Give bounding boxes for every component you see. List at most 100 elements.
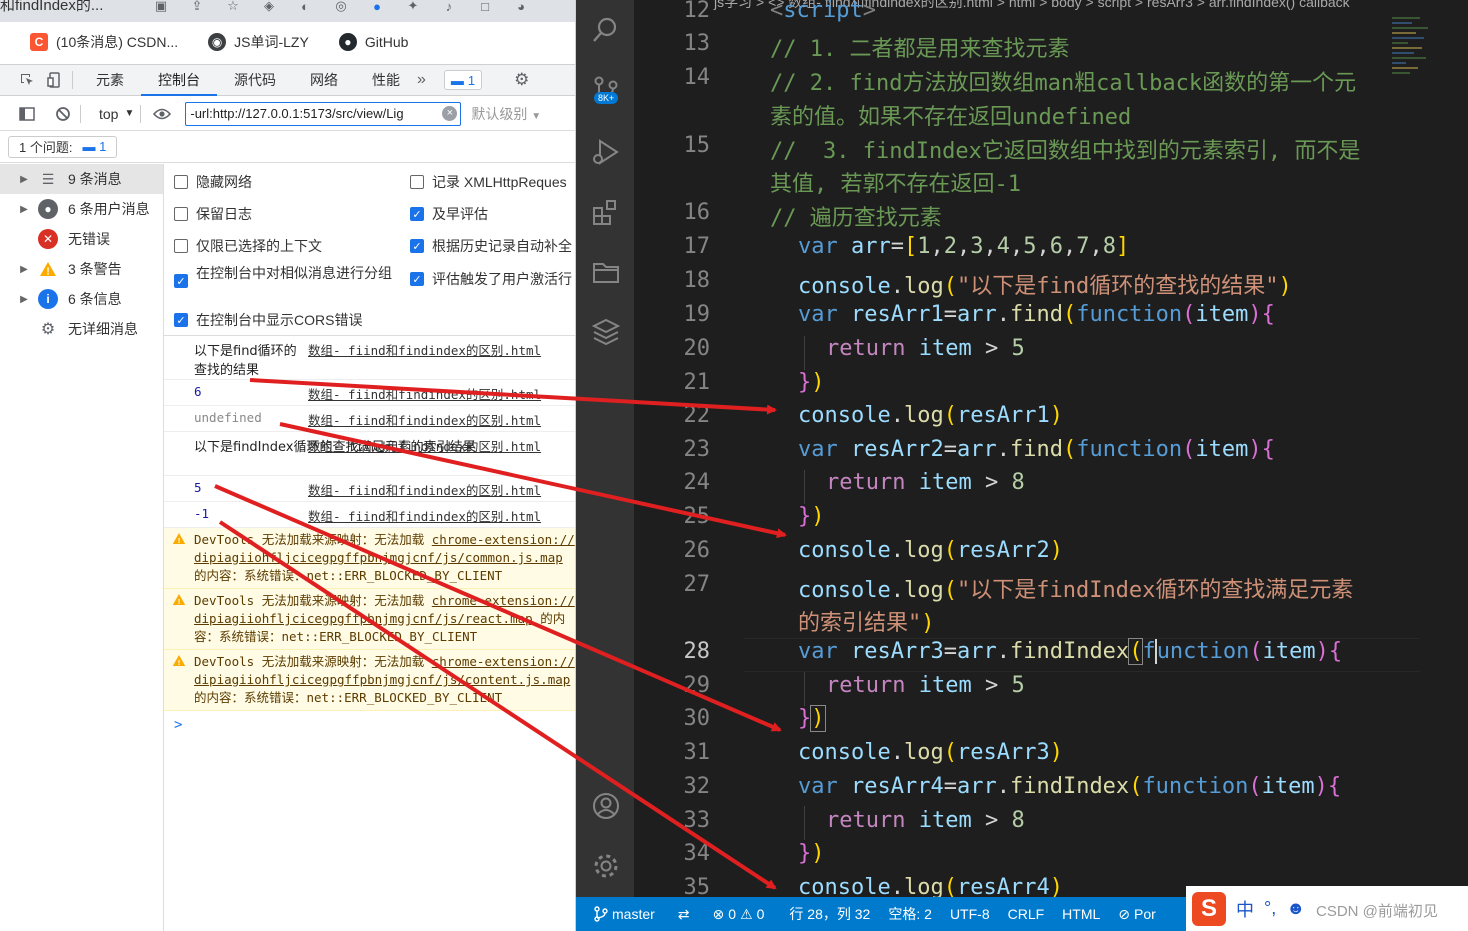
tab-performance[interactable]: 性能: [355, 64, 417, 96]
indentation[interactable]: 空格: 2: [879, 904, 941, 924]
sidebar-item-warnings[interactable]: ▶ ! 3 条警告: [0, 254, 163, 284]
dropdown-arrow-icon: ▼: [531, 110, 542, 122]
csdn-logo-icon: C: [30, 33, 48, 51]
profile-icon[interactable]: ◕: [510, 0, 532, 14]
emoji-icon[interactable]: ☻: [1286, 898, 1305, 919]
sidebar-item-user-messages[interactable]: ▶ ● 6 条用户消息: [0, 194, 163, 224]
checkbox-checked[interactable]: ✓: [410, 207, 424, 221]
context-selector[interactable]: top ▼: [99, 106, 134, 122]
checkbox-checked[interactable]: ✓: [410, 272, 424, 286]
encoding[interactable]: UTF-8: [941, 906, 999, 922]
run-debug-icon[interactable]: [590, 136, 622, 168]
issue-icon: ▬ 1: [82, 139, 107, 154]
device-toolbar-icon[interactable]: [44, 69, 66, 91]
selected-context-checkbox[interactable]: 仅限已选择的上下文: [174, 236, 322, 256]
log-source-link[interactable]: 数组- fiind和findindex的区别.html: [308, 436, 541, 455]
sidebar-item-label: 无详细消息: [68, 321, 138, 337]
line-ending[interactable]: CRLF: [999, 906, 1054, 922]
log-levels-dropdown[interactable]: 默认级别 ▼: [471, 104, 541, 124]
sidebar-item-errors[interactable]: ✕ 无错误: [0, 224, 163, 254]
sidebar-item-verbose[interactable]: ⚙ 无详细消息: [0, 314, 163, 344]
eager-eval-checkbox[interactable]: ✓ 及早评估: [410, 204, 488, 224]
checkbox-checked[interactable]: ✓: [410, 239, 424, 253]
code-editor[interactable]: 12 <script> 13 // 1. 二者都是用来查找元素 14 // 2.…: [634, 0, 1468, 900]
hide-network-checkbox[interactable]: 隐藏网络: [174, 172, 252, 192]
messages-badge[interactable]: ▬ 1: [443, 70, 483, 90]
shield-icon[interactable]: ◈: [258, 0, 280, 14]
folder-icon[interactable]: [590, 256, 622, 288]
console-log-entry: 以下是findIndex循环的查找满足元素的索引结果 数组- fiind和fin…: [164, 432, 575, 476]
cursor-position[interactable]: 行 28，列 32: [773, 904, 879, 924]
bookmark-csdn[interactable]: C (10条消息) CSDN...: [30, 32, 178, 52]
issues-button[interactable]: 1 个问题: ▬ 1: [8, 135, 118, 158]
console-warning: ! DevTools 无法加载来源映射：无法加载 chrome-extensio…: [164, 650, 575, 711]
checkbox[interactable]: [174, 175, 188, 189]
extension-icon[interactable]: ◐: [294, 0, 316, 14]
puzzle-icon[interactable]: ✦: [402, 0, 424, 14]
branch-status[interactable]: master: [576, 906, 664, 922]
show-cors-checkbox[interactable]: ✓ 在控制台中显示CORS错误: [174, 310, 362, 330]
checkbox[interactable]: [410, 175, 424, 189]
sidebar-item-messages[interactable]: ▶ ☰ 9 条消息: [0, 164, 163, 194]
share-icon[interactable]: ⇪: [186, 0, 208, 14]
bookmark-js-words[interactable]: ◉ JS单词-LZY: [208, 32, 309, 52]
sidebar-toggle-icon[interactable]: [16, 103, 38, 125]
expand-arrow-icon[interactable]: ▶: [16, 294, 32, 305]
tab-network[interactable]: 网络: [293, 64, 355, 96]
tab-sources[interactable]: 源代码: [217, 64, 293, 96]
more-tabs-icon[interactable]: »: [417, 71, 426, 89]
search-icon[interactable]: [590, 14, 622, 46]
language-mode[interactable]: HTML: [1053, 906, 1109, 922]
sidebar-item-info[interactable]: ▶ i 6 条信息: [0, 284, 163, 314]
log-source-link[interactable]: 数组- fiind和findindex的区别.html: [308, 384, 541, 403]
checkbox-checked[interactable]: ✓: [174, 274, 188, 288]
inspect-element-icon[interactable]: [16, 69, 38, 91]
ime-language[interactable]: 中: [1236, 896, 1254, 922]
sogou-logo-icon[interactable]: S: [1192, 891, 1226, 926]
port-status[interactable]: ⊘ Por: [1109, 906, 1165, 923]
log-source-link[interactable]: 数组- fiind和findindex的区别.html: [308, 506, 541, 525]
music-icon[interactable]: ♪: [438, 0, 460, 14]
log-source-link[interactable]: 数组- fiind和findindex的区别.html: [308, 340, 541, 359]
checkbox[interactable]: [174, 239, 188, 253]
bookmark-star-icon[interactable]: ☆: [222, 0, 244, 14]
bookmark-github[interactable]: ● GitHub: [338, 33, 409, 51]
window-icon[interactable]: □: [474, 0, 496, 14]
log-source-link[interactable]: 数组- fiind和findindex的区别.html: [308, 410, 541, 429]
clear-console-icon[interactable]: [52, 103, 74, 125]
layers-icon[interactable]: [590, 316, 622, 348]
browser-tab-title[interactable]: 和findIndex的...: [0, 0, 103, 15]
group-similar-checkbox[interactable]: ✓ 在控制台中对相似消息进行分组: [174, 264, 404, 288]
manage-gear-icon[interactable]: [590, 850, 622, 882]
filter-input[interactable]: -url:http://127.0.0.1:5173/src/view/Lig …: [185, 101, 462, 126]
autocomplete-checkbox[interactable]: ✓ 根据历史记录自动补全: [410, 236, 572, 256]
log-source-link[interactable]: 数组- fiind和findindex的区别.html: [308, 480, 541, 499]
settings-gear-icon[interactable]: ⚙: [514, 70, 529, 90]
checkbox-checked[interactable]: ✓: [174, 313, 188, 327]
browser-tabstrip: 和findIndex的... ▣ ⇪ ☆ ◈ ◐ ◎ ● ✦ ♪ □ ◕: [0, 0, 575, 22]
preserve-log-checkbox[interactable]: 保留日志: [174, 204, 252, 224]
checkbox[interactable]: [174, 207, 188, 221]
tab-elements[interactable]: 元素: [79, 64, 141, 96]
clear-filter-icon[interactable]: ×: [442, 105, 458, 121]
cast-icon[interactable]: ▣: [150, 0, 172, 14]
console-prompt[interactable]: >: [164, 711, 575, 733]
eye-icon[interactable]: [151, 103, 173, 125]
toolbar-divider: [140, 104, 142, 123]
ime-punctuation[interactable]: °,: [1264, 898, 1276, 919]
account-icon[interactable]: [590, 790, 622, 822]
sync-icon[interactable]: ⇄: [664, 906, 699, 923]
notification-icon[interactable]: ●: [366, 0, 388, 14]
expand-arrow-icon[interactable]: ▶: [16, 264, 32, 275]
sidebar-item-label: 9 条消息: [68, 171, 122, 187]
extensions-icon[interactable]: [590, 196, 622, 228]
problems-status[interactable]: ⊗ 0 ⚠ 0: [699, 906, 774, 923]
record-icon[interactable]: ◎: [330, 0, 352, 14]
console-toolbar: top ▼ -url:http://127.0.0.1:5173/src/vie…: [0, 97, 575, 131]
expand-arrow-icon[interactable]: ▶: [16, 174, 32, 185]
tab-console[interactable]: 控制台: [141, 64, 217, 96]
user-activation-checkbox[interactable]: ✓ 评估触发了用户激活行: [410, 269, 572, 289]
expand-arrow-icon[interactable]: ▶: [16, 204, 32, 215]
log-xhr-checkbox[interactable]: 记录 XMLHttpReques: [410, 172, 567, 192]
bookmark-label: GitHub: [364, 34, 409, 50]
